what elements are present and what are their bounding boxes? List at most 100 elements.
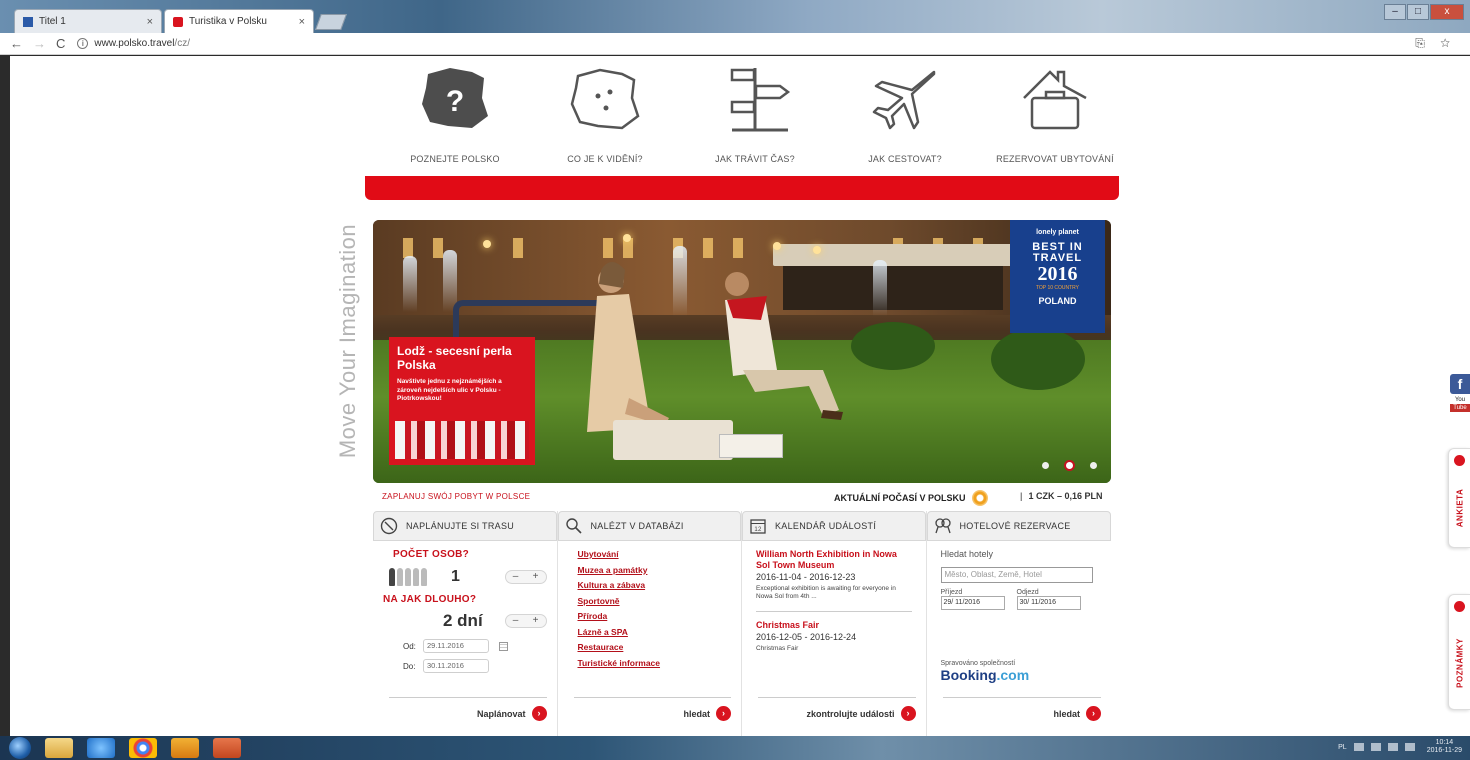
weather-widget[interactable]: AKTUÁLNÍ POČASÍ V POLSKU xyxy=(834,490,988,506)
url-field[interactable]: i www.polsko.travel/cz/ xyxy=(77,38,190,49)
bookmark-star-icon[interactable]: ⎘ ☆ xyxy=(1415,36,1456,51)
persons-count: 1 xyxy=(451,568,460,585)
volume-icon[interactable] xyxy=(1404,743,1415,751)
event-item[interactable]: Christmas Fair 2016-12-05 - 2016-12-24 C… xyxy=(756,620,912,653)
back-arrow-icon[interactable]: ← xyxy=(10,36,23,51)
window-controls: – □ x xyxy=(1383,4,1464,20)
db-link-lazne[interactable]: Lázně a SPA xyxy=(578,627,732,637)
survey-tab-label: ANKIETA xyxy=(1455,488,1464,528)
explorer-icon[interactable] xyxy=(45,738,73,758)
search-db-button[interactable]: hledat › xyxy=(573,697,731,721)
nav-jak-travit-cas[interactable]: JAK TRÁVIT ČAS? xyxy=(680,56,830,164)
feature-panels: NAPLÁNUJTE SI TRASU POČET OSOB? 1 – + NA… xyxy=(373,511,1111,736)
check-events-button[interactable]: zkontrolujte události › xyxy=(758,697,916,721)
document-icon xyxy=(23,16,33,27)
notes-tab-label: POZNÁMKY xyxy=(1455,638,1464,689)
nav-rezervovat-ubytovani[interactable]: REZERVOVAT UBYTOVÁNÍ xyxy=(980,56,1130,164)
slider-dot-active[interactable] xyxy=(1066,462,1073,469)
clock[interactable]: 10:14 2016-11-29 xyxy=(1427,739,1462,755)
nav-label: JAK TRÁVIT ČAS? xyxy=(715,154,795,164)
keyboard-icon[interactable] xyxy=(1353,743,1364,751)
chrome-icon[interactable] xyxy=(129,738,157,758)
forward-arrow-icon[interactable]: → xyxy=(33,36,46,51)
site-favicon-icon xyxy=(173,16,183,27)
tab-close-icon[interactable]: × xyxy=(147,16,153,28)
checkout-date-input[interactable]: 30/ 11/2016 xyxy=(1016,596,1081,610)
nav-co-je-k-videni[interactable]: CO JE K VIDĚNÍ? xyxy=(530,56,680,164)
persons-selector[interactable] xyxy=(389,568,429,586)
browser-tab-titel[interactable]: Titel 1 × xyxy=(14,9,162,33)
increment-button[interactable]: + xyxy=(526,571,546,583)
persons-stepper[interactable]: – + xyxy=(504,570,547,584)
slider-dot[interactable] xyxy=(1090,462,1097,469)
hotel-search-button[interactable]: hledat › xyxy=(942,697,1101,721)
new-tab-button[interactable] xyxy=(315,14,347,30)
event-date: 2016-12-05 - 2016-12-24 xyxy=(756,632,857,642)
powerpoint-icon[interactable] xyxy=(213,738,241,758)
db-link-muzea[interactable]: Muzea a památky xyxy=(578,565,732,575)
nav-poznejte-polsko[interactable]: ? POZNEJTE POLSKO xyxy=(380,56,530,164)
panel-events: 12 KALENDÁŘ UDÁLOSTÍ William North Exhib… xyxy=(742,511,927,736)
nav-jak-cestovat[interactable]: JAK CESTOVAT? xyxy=(830,56,980,164)
booking-logo-suffix: .com xyxy=(996,667,1030,683)
event-item[interactable]: William North Exhibition in Nowa Sol Tow… xyxy=(756,549,912,601)
checkin-date-input[interactable]: 29/ 11/2016 xyxy=(940,596,1005,610)
clock-time: 10:14 xyxy=(1435,739,1454,746)
social-links: f You Tube xyxy=(1450,374,1470,416)
maximize-button[interactable]: □ xyxy=(1407,4,1429,20)
hotel-search-input[interactable]: Město, Oblast, Země, Hotel xyxy=(940,567,1093,583)
to-date-input[interactable]: 30.11.2016 xyxy=(423,659,489,673)
calendar-icon[interactable] xyxy=(499,641,508,651)
hero-slider[interactable]: lonely planet BEST IN TRAVEL 2016 TOP 10… xyxy=(373,220,1111,483)
reload-icon[interactable]: C xyxy=(56,36,65,51)
db-link-priroda[interactable]: Příroda xyxy=(578,611,732,621)
db-link-restaurace[interactable]: Restaurace xyxy=(578,642,732,652)
network-icon[interactable] xyxy=(1387,743,1398,751)
tab-close-icon[interactable]: × xyxy=(299,16,305,28)
booking-powered-by: Spravováno společností xyxy=(940,660,1016,667)
event-title[interactable]: Christmas Fair xyxy=(756,620,912,631)
hero-promo-card[interactable]: Lodž - secesní perla Polska Navštivte je… xyxy=(389,337,535,465)
panel-header: NAPLÁNUJTE SI TRASU xyxy=(373,511,557,541)
flag-icon[interactable] xyxy=(1370,743,1381,751)
badge-subtitle: TOP 10 COUNTRY xyxy=(1035,285,1080,291)
info-icon[interactable]: i xyxy=(77,38,89,49)
event-title[interactable]: William North Exhibition in Nowa Sol Tow… xyxy=(756,549,912,571)
youtube-icon[interactable]: You Tube xyxy=(1450,396,1470,416)
db-link-turisticke[interactable]: Turistické informace xyxy=(578,658,732,668)
notes-side-tab[interactable]: POZNÁMKY xyxy=(1448,594,1470,710)
nav-label: JAK CESTOVAT? xyxy=(868,154,942,164)
duration-label: NA JAK DLOUHO? xyxy=(383,594,477,605)
browser-tab-turistika[interactable]: Turistika v Polsku × xyxy=(164,9,314,33)
minimize-button[interactable]: – xyxy=(1384,4,1406,20)
increment-button[interactable]: + xyxy=(526,615,546,627)
close-window-button[interactable]: x xyxy=(1430,4,1464,20)
survey-side-tab[interactable]: ANKIETA xyxy=(1448,448,1470,548)
facebook-icon[interactable]: f xyxy=(1450,374,1470,394)
arrow-right-icon xyxy=(1454,601,1465,612)
decrement-button[interactable]: – xyxy=(506,571,526,583)
db-link-kultura[interactable]: Kultura a zábava xyxy=(578,580,732,590)
calendar-day: 12 xyxy=(754,527,762,533)
nav-label: REZERVOVAT UBYTOVÁNÍ xyxy=(996,154,1114,164)
internet-explorer-icon[interactable] xyxy=(87,738,115,758)
plan-button[interactable]: Naplánovat › xyxy=(389,697,547,721)
decrement-button[interactable]: – xyxy=(506,615,526,627)
browser-tab-bar: Titel 1 × Turistika v Polsku × – □ x xyxy=(0,0,1470,33)
language-indicator[interactable]: PL xyxy=(1338,744,1347,751)
slider-dot[interactable] xyxy=(1042,462,1049,469)
from-date-input[interactable]: 29.11.2016 xyxy=(423,639,489,653)
url-path: /cz/ xyxy=(174,38,190,49)
start-button[interactable] xyxy=(9,737,31,759)
panel-header: 12 KALENDÁŘ UDÁLOSTÍ xyxy=(742,511,926,541)
plan-stay-link[interactable]: ZAPLANUJ SWÓJ POBYT W POLSCE xyxy=(382,492,530,501)
db-link-ubytovani[interactable]: Ubytování xyxy=(578,549,732,559)
outlook-icon[interactable] xyxy=(171,738,199,758)
duration-stepper[interactable]: – + xyxy=(504,614,547,628)
booking-logo[interactable]: Booking.com xyxy=(941,667,1102,683)
slider-dots xyxy=(1025,462,1097,469)
db-link-sportovne[interactable]: Sportovně xyxy=(578,596,732,606)
tab-title: Titel 1 xyxy=(39,16,66,27)
lonely-planet-badge[interactable]: lonely planet BEST IN TRAVEL 2016 TOP 10… xyxy=(1010,220,1105,333)
arrow-right-icon: › xyxy=(1086,706,1101,721)
